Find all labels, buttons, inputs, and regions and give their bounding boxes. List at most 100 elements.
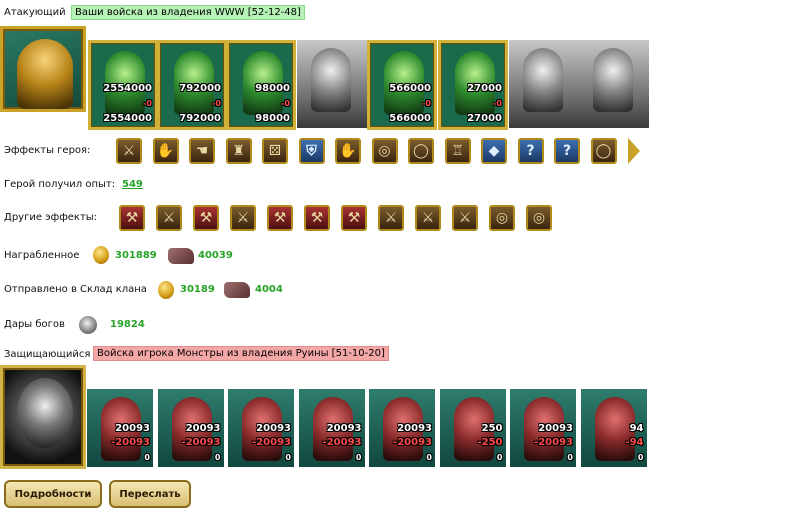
defender-unit-card[interactable]: 20093 -20093 0	[298, 389, 365, 467]
crystal-icon[interactable]: ◆	[481, 138, 507, 164]
unit-remaining: 0	[285, 453, 291, 462]
sword-icon[interactable]: ⚔	[230, 205, 256, 231]
unit-loss: -0	[422, 99, 431, 108]
ring-icon[interactable]: ◯	[408, 138, 434, 164]
unit-count: 98000	[255, 83, 290, 94]
unit-loss: -0	[281, 99, 290, 108]
loot-gold-value: 301889	[115, 250, 157, 261]
unit-remaining: 0	[355, 453, 362, 462]
defender-unit-card[interactable]: 20093 -20093 0	[228, 389, 294, 467]
unit-portrait-icon	[593, 48, 633, 112]
coins-icon[interactable]: ◎	[489, 205, 515, 231]
unit-loss: -0	[212, 99, 221, 108]
gods-gifts-label: Дары богов	[4, 319, 65, 330]
axe-icon[interactable]: ⚒	[119, 205, 145, 231]
unit-remaining: 792000	[179, 113, 221, 124]
unit-remaining: 0	[426, 453, 432, 462]
axe-icon[interactable]: ⚒	[267, 205, 293, 231]
unit-remaining: 0	[496, 453, 503, 462]
clan-storage-label: Отправлено в Склад клана	[4, 284, 147, 295]
question-icon[interactable]: ?	[554, 138, 580, 164]
unit-count: 20093	[115, 423, 150, 434]
sword-icon[interactable]: ⚔	[116, 138, 142, 164]
unit-remaining: 0	[567, 453, 573, 462]
defender-unit-card[interactable]: 20093 -20093 0	[157, 389, 224, 467]
unit-portrait-icon	[311, 48, 351, 112]
defender-unit-card[interactable]: 20093 -20093 0	[87, 389, 153, 467]
defender-unit-card[interactable]: 20093 -20093 0	[369, 389, 435, 467]
experience-value[interactable]: 549	[122, 179, 143, 190]
attacker-unit-card[interactable]	[297, 40, 367, 128]
unit-loss: -20093	[111, 437, 150, 448]
loot-ore-value: 40039	[198, 250, 233, 261]
hand-icon[interactable]: ☚	[189, 138, 215, 164]
unit-loss: -20093	[322, 437, 362, 448]
unit-portrait-icon	[594, 397, 635, 461]
hero-figure-icon	[17, 39, 73, 109]
ore-icon	[224, 282, 250, 298]
attacker-unit-card[interactable]: 792000 -0 792000	[157, 40, 227, 130]
attacker-unit-card[interactable]	[579, 40, 649, 128]
sword-icon[interactable]: ⚔	[156, 205, 182, 231]
unit-count: 20093	[185, 423, 221, 434]
bracelet-icon[interactable]: ◯	[590, 138, 617, 164]
unit-count: 566000	[389, 83, 431, 94]
unit-count: 20093	[326, 423, 362, 434]
unit-loss: -20093	[534, 437, 573, 448]
armor-icon[interactable]: ♖	[444, 138, 471, 164]
axe-icon[interactable]: ⚒	[341, 205, 367, 231]
unit-portrait-icon	[523, 48, 563, 112]
sword-icon[interactable]: ⚔	[415, 205, 441, 231]
attacker-unit-card[interactable]	[509, 40, 579, 128]
handshake-icon[interactable]: ✋	[335, 138, 361, 164]
defender-unit-card[interactable]: 20093 -20093 0	[510, 389, 576, 467]
unit-remaining: 0	[214, 453, 221, 462]
coins-icon[interactable]: ◎	[371, 138, 398, 164]
castle-icon[interactable]: ♜	[225, 138, 252, 164]
gold-coin-icon	[158, 281, 174, 299]
shield-icon[interactable]: ⛨	[298, 138, 325, 164]
attacker-label: Атакующий	[4, 7, 66, 18]
unit-count: 20093	[397, 423, 432, 434]
unit-remaining: 2554000	[103, 113, 152, 124]
handshake-icon[interactable]: ✋	[152, 138, 179, 164]
loot-label: Награбленное	[4, 250, 80, 261]
axe-icon[interactable]: ⚒	[193, 205, 219, 231]
defender-hero-portrait[interactable]	[0, 365, 86, 469]
axe-icon[interactable]: ⚒	[304, 205, 330, 231]
other-effects-label: Другие эффекты:	[4, 212, 98, 223]
defender-tag[interactable]: Войска игрока Монстры из владения Руины …	[93, 346, 389, 361]
unit-loss: -20093	[181, 437, 221, 448]
unit-remaining: 566000	[389, 113, 431, 124]
attacker-unit-card[interactable]: 27000 -0 27000	[438, 40, 508, 130]
gods-gifts-value: 19824	[110, 319, 145, 330]
gold-coin-icon	[93, 246, 109, 264]
experience-label: Герой получил опыт:	[4, 179, 116, 190]
sword-icon[interactable]: ⚔	[378, 205, 404, 231]
attacker-unit-card[interactable]: 2554000 -0 2554000	[88, 40, 158, 130]
unit-loss: -0	[143, 99, 152, 108]
attacker-unit-card[interactable]: 566000 -0 566000	[367, 40, 437, 130]
scroll-right-arrow-icon[interactable]	[628, 138, 640, 164]
forward-button[interactable]: Переслать	[109, 480, 191, 508]
attacker-unit-card[interactable]: 98000 -0 98000	[226, 40, 296, 130]
question-icon[interactable]: ?	[517, 138, 544, 164]
unit-loss: -20093	[393, 437, 432, 448]
details-button[interactable]: Подробности	[4, 480, 102, 508]
attacker-hero-portrait[interactable]	[0, 26, 86, 112]
defender-unit-card[interactable]: 250 -250 0	[439, 389, 506, 467]
coins-icon[interactable]: ◎	[526, 205, 552, 231]
unit-count: 27000	[467, 83, 502, 94]
defender-unit-card[interactable]: 94 -94 0	[580, 389, 647, 467]
unit-count: 250	[481, 423, 503, 434]
unit-loss: -94	[625, 437, 644, 448]
unit-remaining: 98000	[255, 113, 290, 124]
unit-count: 792000	[179, 83, 221, 94]
unit-loss: -20093	[252, 437, 291, 448]
dice-icon[interactable]: ⚄	[262, 138, 288, 164]
hero-figure-icon	[17, 378, 73, 448]
attacker-tag[interactable]: Ваши войска из владения WWW [52-12-48]	[71, 5, 305, 20]
hero-effects-label: Эффекты героя:	[4, 145, 91, 156]
sword-icon[interactable]: ⚔	[452, 205, 478, 231]
unit-remaining: 0	[637, 453, 644, 462]
